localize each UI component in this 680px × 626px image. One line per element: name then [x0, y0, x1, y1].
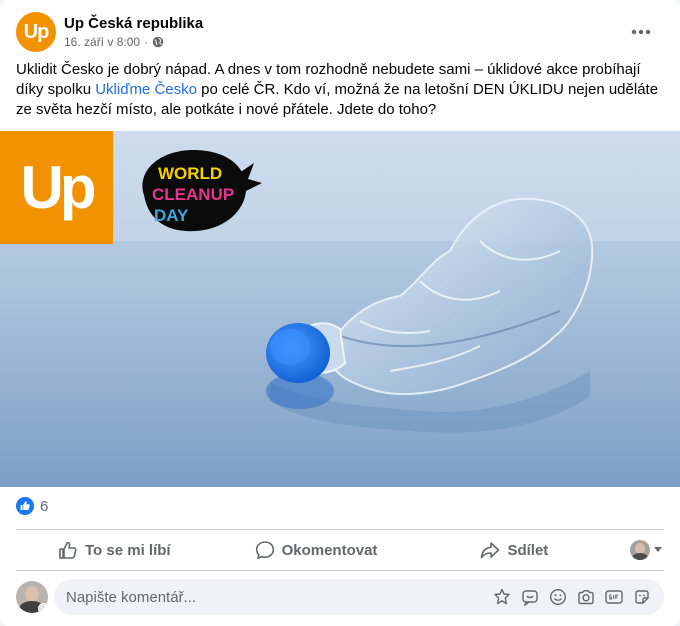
selector-avatar [630, 540, 650, 560]
page-logo-text: Up [23, 20, 50, 43]
like-reaction-icon [16, 497, 34, 515]
comment-composer [16, 579, 664, 615]
avatar-sticker-icon [494, 588, 510, 605]
divider [16, 529, 664, 530]
sticker-icon [635, 590, 649, 604]
comment-sticker-button[interactable] [516, 583, 544, 611]
post-message: Uklidit Česko je dobrý nápad. A dnes v t… [16, 60, 664, 120]
emoji-button[interactable] [544, 583, 572, 611]
meta-separator: · [144, 35, 149, 49]
comment-button[interactable]: Okomentovat [255, 540, 378, 560]
more-horizontal-icon [631, 29, 651, 35]
share-label: Sdílet [507, 541, 549, 559]
gif-icon [605, 590, 623, 604]
user-avatar[interactable] [16, 581, 48, 613]
event-logo-line1: WORLD [158, 164, 222, 183]
gif-button[interactable] [600, 583, 628, 611]
post-actions-bar: To se mi líbí Okomentovat Sdílet [16, 532, 664, 568]
caret-down-icon [654, 547, 662, 552]
globe-icon[interactable] [152, 36, 164, 48]
emoji-icon [549, 588, 567, 606]
organization-link[interactable]: Ukliďme Česko [95, 81, 197, 98]
comment-sticker-icon [522, 590, 538, 606]
comment-input-box [54, 579, 664, 615]
share-button[interactable]: Sdílet [480, 540, 548, 560]
thumbs-up-icon [59, 541, 77, 559]
page-logo-avatar[interactable]: Up [16, 12, 56, 52]
divider [16, 570, 664, 571]
post-card: Up Up Česká republika 16. září v 8:00 · … [0, 0, 680, 626]
comment-label: Okomentovat [281, 541, 378, 559]
world-cleanup-day-logo: WORLD CLEANUP DAY [142, 149, 262, 232]
up-brand-badge: Up [0, 131, 113, 244]
post-header: Up Up Česká republika 16. září v 8:00 · [16, 11, 664, 53]
event-logo-line2: CLEANUP [152, 185, 234, 204]
camera-icon [578, 590, 594, 605]
page-name-link[interactable]: Up Česká republika [64, 15, 203, 32]
post-timestamp[interactable]: 16. září v 8:00 [64, 35, 140, 49]
more-options-button[interactable] [626, 17, 656, 47]
post-as-selector[interactable] [630, 540, 662, 560]
reaction-count: 6 [40, 497, 49, 515]
comment-input[interactable] [66, 588, 488, 606]
like-label: To se mi líbí [85, 541, 171, 559]
avatar-sticker-button[interactable] [488, 583, 516, 611]
post-header-text: Up Česká republika 16. září v 8:00 · [64, 15, 203, 49]
like-button[interactable]: To se mi líbí [58, 540, 171, 560]
event-logo-line3: DAY [154, 206, 189, 225]
post-photo[interactable]: Up WORLD CLEANUP DAY [0, 131, 680, 487]
camera-button[interactable] [572, 583, 600, 611]
reactions-summary[interactable]: 6 [16, 497, 48, 515]
speech-bubble-icon [255, 541, 274, 559]
sticker-button[interactable] [628, 583, 656, 611]
up-badge-text: Up [20, 154, 97, 221]
post-meta: 16. září v 8:00 · [64, 35, 203, 49]
share-arrow-icon [481, 542, 500, 559]
